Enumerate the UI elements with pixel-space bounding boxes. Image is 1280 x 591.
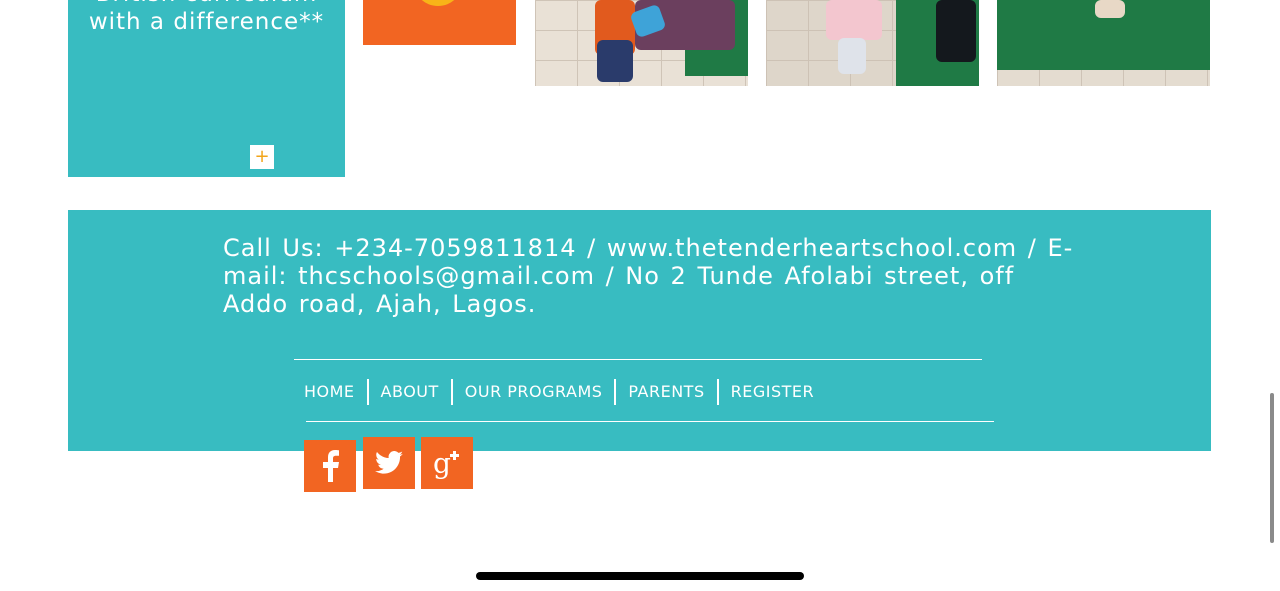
nav-about-link[interactable]: ABOUT — [369, 379, 451, 405]
gallery-photo-3[interactable] — [997, 0, 1210, 86]
nav-our-programs-link[interactable]: OUR PROGRAMS — [453, 379, 615, 405]
facebook-button[interactable] — [304, 440, 356, 492]
gallery-photo-2[interactable] — [766, 0, 979, 86]
svg-text:g: g — [433, 447, 451, 479]
orange-image-tile[interactable] — [363, 0, 516, 45]
promo-card: British curriculum with a difference** + — [68, 0, 345, 177]
promo-text: British curriculum with a difference** — [88, 0, 325, 35]
sun-graphic — [413, 0, 463, 6]
child-figure — [1095, 0, 1125, 18]
google-plus-button[interactable]: g — [421, 437, 473, 489]
nav-parents-link[interactable]: PARENTS — [616, 379, 716, 405]
footer: Call Us: +234-7059811814 / www.thetender… — [68, 210, 1211, 451]
page-scrollbar[interactable] — [1270, 393, 1274, 543]
twitter-button[interactable] — [363, 437, 415, 489]
home-indicator[interactable] — [476, 572, 804, 580]
gallery-photo-1[interactable] — [535, 0, 748, 86]
child-figure — [826, 0, 882, 40]
contact-info: Call Us: +234-7059811814 / www.thetender… — [223, 234, 1074, 318]
adult-figure — [936, 0, 976, 62]
facebook-icon — [323, 450, 339, 482]
google-plus-icon: g — [433, 447, 459, 479]
divider-bottom — [306, 421, 994, 422]
footer-nav: HOME ABOUT OUR PROGRAMS PARENTS REGISTER — [294, 379, 826, 405]
divider-top — [294, 359, 982, 360]
nav-register-link[interactable]: REGISTER — [719, 379, 827, 405]
page: British curriculum with a difference** +… — [0, 0, 1280, 591]
nav-home-link[interactable]: HOME — [294, 379, 367, 405]
twitter-icon — [375, 451, 403, 474]
read-more-plus-button[interactable]: + — [250, 145, 274, 169]
